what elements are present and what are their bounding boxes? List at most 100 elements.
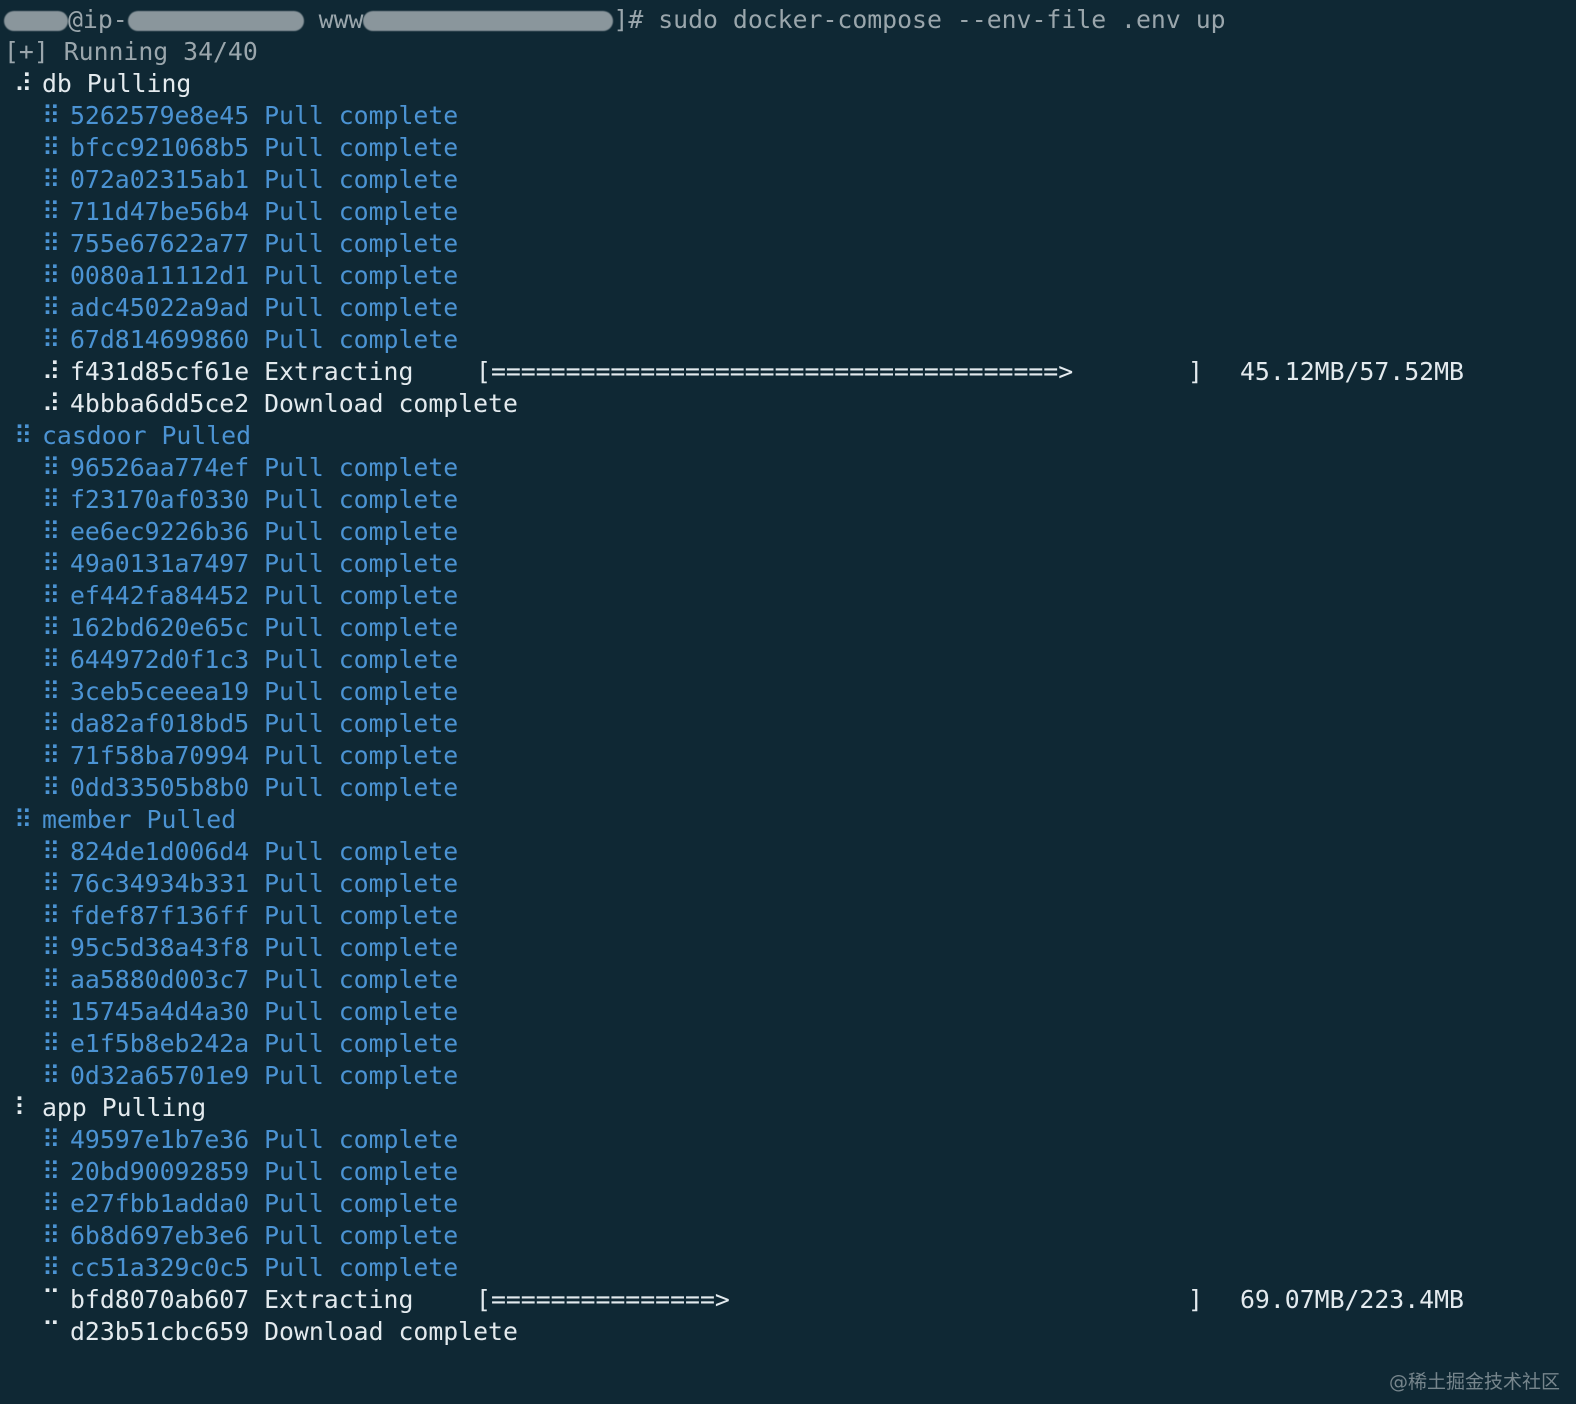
terminal-output[interactable]: @ip- www]# sudo docker-compose --env-fil… [4,4,1564,1348]
layer-id: 95c5d38a43f8 [70,933,250,962]
layer-line: ⠿ 76c34934b331 Pull complete [4,868,1564,900]
watermark: @稀土掘金技术社区 [1388,1371,1560,1393]
service-line-db: ⠼ db Pulling [4,68,1564,100]
layer-status: Pull complete [264,965,459,994]
spinner-icon: ⠿ [42,1125,61,1154]
layer-id: aa5880d003c7 [70,965,250,994]
layer-status: Pull complete [264,837,459,866]
layer-line: ⠿ 71f58ba70994 Pull complete [4,740,1564,772]
layer-id: 15745a4d4a30 [70,997,250,1026]
layer-line: ⠿ 0080a11112d1 Pull complete [4,260,1564,292]
spinner-icon: ⠿ [42,453,61,482]
layer-status: Pull complete [264,133,459,162]
service-name: casdoor [42,421,147,450]
download-size: 69.07MB/223.4MB [1240,1285,1464,1314]
layer-line: ⠿ da82af018bd5 Pull complete [4,708,1564,740]
spinner-icon: ⠿ [42,293,61,322]
layer-status: Pull complete [264,517,459,546]
progress-bar-close: ] [1188,357,1203,386]
spinner-icon: ⠼ [14,69,33,98]
layer-status: Pull complete [264,549,459,578]
spinner-icon: ⠿ [42,485,61,514]
layer-id: d23b51cbc659 [70,1317,250,1346]
layer-line: ⠿ 824de1d006d4 Pull complete [4,836,1564,868]
layer-status: Pull complete [264,229,459,258]
spinner-icon: ⠿ [42,517,61,546]
layer-status: Pull complete [264,293,459,322]
layer-line: ⠿ 20bd90092859 Pull complete [4,1156,1564,1188]
layer-id: bfd8070ab607 [70,1285,250,1314]
service-state: Pulling [86,69,192,98]
layer-id: 3ceb5ceeea19 [70,677,250,706]
layer-line: ⠿ 49597e1b7e36 Pull complete [4,1124,1564,1156]
prompt-path-prefix: www [318,5,364,34]
layer-id: da82af018bd5 [70,709,250,738]
spinner-icon: ⠿ [42,229,61,258]
layer-status: Pull complete [264,613,459,642]
layer-line: ⠿ bfcc921068b5 Pull complete [4,132,1564,164]
prompt-host-prefix: @ip- [68,5,128,34]
service-line-member: ⠿ member Pulled [4,804,1564,836]
spinner-icon: ⠿ [42,645,61,674]
progress-bar-open: [ [476,1285,491,1314]
layer-line: ⠿ 95c5d38a43f8 Pull complete [4,932,1564,964]
spinner-icon: ⠼ [42,389,61,418]
command-text: sudo docker-compose --env-file .env up [658,5,1226,34]
service-line-app: ⠇ app Pulling [4,1092,1564,1124]
layer-line: ⠿ 49a0131a7497 Pull complete [4,548,1564,580]
service-list: ⠼ db Pulling ⠿ 5262579e8e45 Pull complete ⠿ b… [4,68,1564,1348]
layer-status: Pull complete [264,677,459,706]
spinner-icon: ⠿ [42,581,61,610]
progress-bar: [===============>] [476,1284,1203,1316]
layer-id: 5262579e8e45 [70,101,250,130]
spinner-icon: ⠿ [42,1221,61,1250]
spinner-icon: ⠇ [14,1093,33,1122]
layer-id: 0080a11112d1 [70,261,250,290]
layer-id: 162bd620e65c [70,613,250,642]
layer-line: ⠿ 6b8d697eb3e6 Pull complete [4,1220,1564,1252]
spinner-icon: ⠿ [14,421,33,450]
layer-line: ⠿ 644972d0f1c3 Pull complete [4,644,1564,676]
layer-id: 4bbba6dd5ce2 [70,389,250,418]
layer-line: ⠿ 072a02315ab1 Pull complete [4,164,1564,196]
layer-status: Pull complete [264,645,459,674]
layer-id: 49a0131a7497 [70,549,250,578]
layer-status: Pull complete [264,1061,459,1090]
layer-status: Pull complete [264,261,459,290]
spinner-icon: ⠿ [42,933,61,962]
layer-status: Extracting [264,1285,414,1314]
layer-status: Extracting [264,357,414,386]
layer-id: ef442fa84452 [70,581,250,610]
layer-status: Download complete [264,389,518,418]
layer-status: Pull complete [264,709,459,738]
progress-bar-close: ] [1188,1285,1203,1314]
layer-line: ⠿ e1f5b8eb242a Pull complete [4,1028,1564,1060]
spinner-icon: ⠿ [42,549,61,578]
spinner-icon: ⠿ [42,1157,61,1186]
layer-id: 49597e1b7e36 [70,1125,250,1154]
layer-line: ⠿ 96526aa774ef Pull complete [4,452,1564,484]
spinner-icon: ⠿ [42,1061,61,1090]
layer-line: ⠿ 67d814699860 Pull complete [4,324,1564,356]
layer-status: Pull complete [264,1029,459,1058]
redacted-path [363,11,614,31]
spinner-icon: ⠼ [42,357,61,386]
layer-id: 0d32a65701e9 [70,1061,250,1090]
redacted-host [127,11,304,31]
layer-id: 67d814699860 [70,325,250,354]
layer-id: 072a02315ab1 [70,165,250,194]
service-state: Pulled [146,805,237,834]
layer-line: ⠿ 3ceb5ceeea19 Pull complete [4,676,1564,708]
layer-status: Download complete [264,1317,518,1346]
layer-id: ee6ec9226b36 [70,517,250,546]
layer-id: 755e67622a77 [70,229,250,258]
spinner-icon: ⠿ [42,901,61,930]
spinner-icon: ⠿ [42,1029,61,1058]
layer-id: bfcc921068b5 [70,133,250,162]
layer-id: 20bd90092859 [70,1157,250,1186]
spinner-icon: ⠿ [42,261,61,290]
layer-id: 6b8d697eb3e6 [70,1221,250,1250]
running-status: [+] Running 34/40 [4,37,258,66]
spinner-icon: ⠿ [42,133,61,162]
layer-id: adc45022a9ad [70,293,250,322]
